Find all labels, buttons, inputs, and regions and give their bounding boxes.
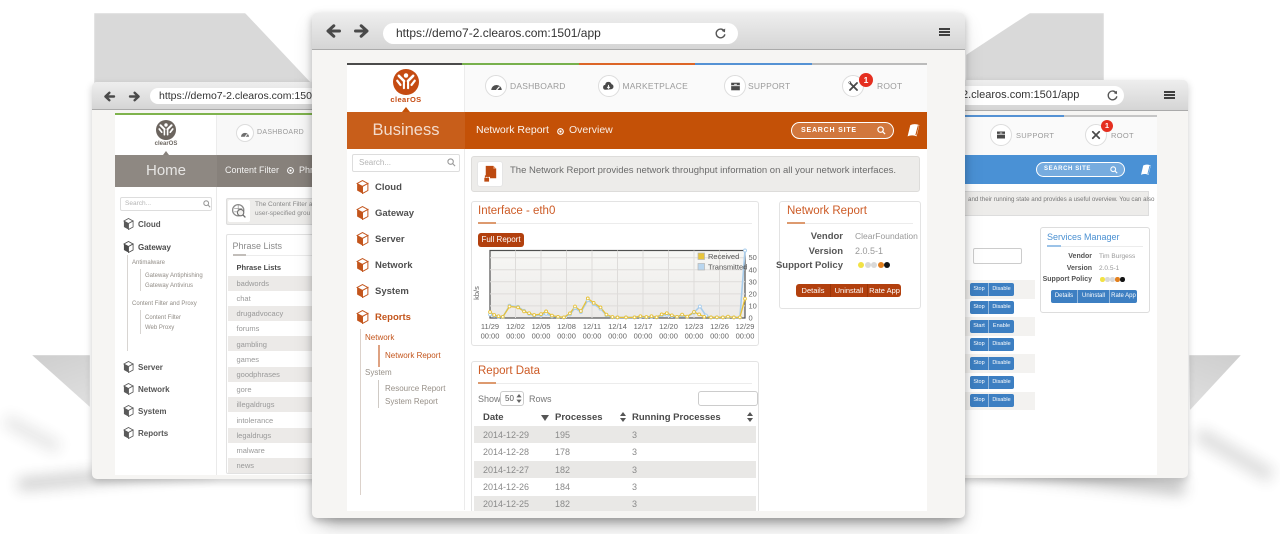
- svg-text:00:00: 00:00: [532, 332, 551, 341]
- svg-text:00:00: 00:00: [710, 332, 729, 341]
- svg-text:00:00: 00:00: [481, 332, 500, 341]
- svg-text:12/17: 12/17: [634, 322, 653, 331]
- svg-text:00:00: 00:00: [557, 332, 576, 341]
- svg-text:12/05: 12/05: [532, 322, 551, 331]
- svg-text:12/11: 12/11: [583, 322, 601, 331]
- svg-text:12/14: 12/14: [608, 322, 627, 331]
- svg-text:00:00: 00:00: [506, 332, 525, 341]
- svg-text:12/29: 12/29: [736, 322, 755, 331]
- svg-text:20: 20: [749, 289, 757, 298]
- svg-text:12/02: 12/02: [506, 322, 525, 331]
- svg-text:12/08: 12/08: [557, 322, 576, 331]
- svg-text:40: 40: [749, 265, 757, 274]
- svg-text:00:00: 00:00: [685, 332, 704, 341]
- svg-text:11/29: 11/29: [481, 322, 499, 331]
- svg-text:00:00: 00:00: [659, 332, 678, 341]
- svg-text:Received: Received: [708, 252, 739, 261]
- svg-text:00:00: 00:00: [736, 332, 755, 341]
- svg-text:00:00: 00:00: [608, 332, 627, 341]
- svg-text:30: 30: [749, 277, 757, 286]
- svg-text:00:00: 00:00: [634, 332, 653, 341]
- svg-text:50: 50: [749, 253, 757, 262]
- svg-text:12/23: 12/23: [685, 322, 704, 331]
- svg-text:12/26: 12/26: [710, 322, 729, 331]
- svg-text:00:00: 00:00: [583, 332, 602, 341]
- svg-text:kb/s: kb/s: [472, 286, 481, 300]
- svg-text:10: 10: [749, 301, 757, 310]
- svg-text:12/20: 12/20: [659, 322, 678, 331]
- svg-text:Transmitted: Transmitted: [708, 263, 747, 272]
